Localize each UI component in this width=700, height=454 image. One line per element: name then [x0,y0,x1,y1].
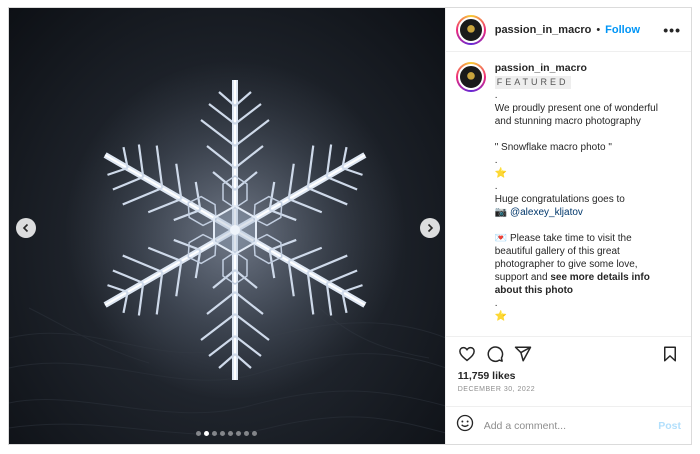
comment-input[interactable] [483,419,644,432]
bookmark-icon [664,346,676,361]
logo-icon [457,64,484,90]
caption-username[interactable]: passion_in_macro [495,62,670,75]
featured-label: FEATURED [494,76,571,89]
caption-text: passion_in_macro FEATURED . We proudly p… [494,62,670,336]
caption-dot: . [494,181,498,192]
carousel-dot [228,431,234,436]
post-media[interactable] [9,8,445,444]
camera-icon: 📷 [494,207,508,218]
chevron-left-icon [22,223,29,233]
save-button[interactable] [659,343,681,365]
carousel-next-button[interactable] [420,218,440,238]
caption-gap [495,128,670,141]
caption-avatar[interactable] [455,62,486,92]
logo-icon [457,16,484,43]
star-icon: ⭐ [494,311,508,322]
carousel-prev-button[interactable] [16,218,36,238]
caption-intro: We proudly present one of wonderful and … [494,103,658,127]
action-bar [445,336,691,370]
star-icon: ⭐ [494,168,508,179]
carousel-dot [236,431,242,436]
heart-icon [458,346,475,361]
comment-button[interactable] [484,343,506,365]
paper-plane-icon [514,346,531,361]
caption-title: " Snowflake macro photo " [494,142,612,153]
chevron-right-icon [427,223,434,233]
caption-section: passion_in_macro FEATURED . We proudly p… [446,52,691,336]
header-username[interactable]: passion_in_macro [495,24,592,36]
avatar[interactable] [455,14,486,45]
carousel-indicators [9,431,445,436]
caption-congrats: Huge congratulations goes to [494,194,625,205]
share-button[interactable] [512,343,534,365]
caption-gap [495,219,670,232]
like-button[interactable] [456,343,478,365]
carousel-dot [252,431,258,436]
snowflake-photo [9,60,445,435]
carousel-dot [220,431,226,436]
love-letter-icon: 💌 [494,233,508,244]
post-date[interactable]: DECEMBER 30, 2022 [446,384,691,406]
caption-dot: . [494,298,498,309]
post-comment-button[interactable]: Post [658,420,681,432]
post-dialog: passion_in_macro • Follow ••• passion_in… [8,7,692,445]
carousel-dot [204,431,210,436]
smiley-icon [456,414,473,432]
carousel-dot [212,431,218,436]
like-count[interactable]: 11,759 likes [446,370,691,384]
carousel-dot [196,431,202,436]
post-header: passion_in_macro • Follow ••• [445,8,691,52]
header-separator: • [596,23,601,36]
emoji-button[interactable] [456,414,474,437]
carousel-dot [244,431,250,436]
follow-button[interactable]: Follow [605,24,640,36]
caption-dot: . [494,90,498,101]
caption-dot: . [494,155,498,166]
comment-bar: Post [445,406,691,444]
mention-link[interactable]: @alexey_kljatov [510,207,583,218]
comment-icon [487,345,503,362]
post-side-panel: passion_in_macro • Follow ••• passion_in… [444,8,691,444]
more-options-icon[interactable]: ••• [663,22,681,38]
